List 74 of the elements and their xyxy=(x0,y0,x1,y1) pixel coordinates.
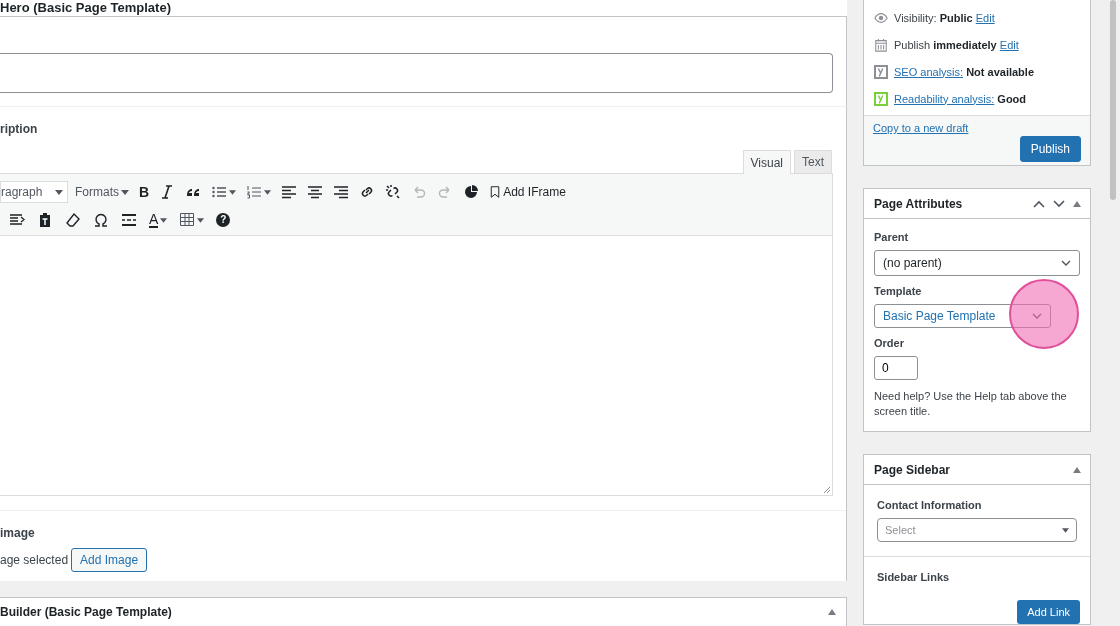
caret-icon xyxy=(1062,527,1069,533)
caret-icon xyxy=(264,189,272,195)
paragraph-select[interactable]: ragraph xyxy=(0,181,68,203)
section-title: Hero (Basic Page Template) xyxy=(0,0,172,15)
field-label: Template xyxy=(874,285,923,297)
chevron-down-icon xyxy=(1061,260,1071,266)
editor-tab[interactable]: Text xyxy=(794,150,832,173)
bullet-list-icon xyxy=(211,184,228,200)
add-link-button[interactable]: Add Link xyxy=(1017,600,1080,624)
contact-select[interactable]: Select xyxy=(877,518,1077,542)
align-left-icon xyxy=(281,184,298,200)
field-label: Sidebar Links xyxy=(877,571,951,583)
caret-icon xyxy=(121,189,129,195)
image-status: age selected xyxy=(0,553,69,567)
chevron-down-icon xyxy=(1032,313,1042,319)
section-title: Builder (Basic Page Template) xyxy=(0,605,172,621)
edit-link[interactable]: Edit xyxy=(999,38,1019,51)
scrollbar-thumb[interactable] xyxy=(1110,0,1116,200)
text-area-field[interactable] xyxy=(0,53,833,93)
publish-status: Visibility: Public Edit xyxy=(894,11,995,24)
clipboard-icon xyxy=(37,212,53,228)
collapse-triangle-icon xyxy=(1073,200,1081,207)
publish-button[interactable]: Publish xyxy=(1019,136,1081,162)
table-icon xyxy=(179,212,196,228)
caret-icon xyxy=(55,189,63,195)
omega-icon xyxy=(93,212,109,228)
field-label: Contact Information xyxy=(877,499,983,511)
order-field[interactable]: 0 xyxy=(874,356,918,380)
read-more-icon xyxy=(121,212,137,228)
select-value: ragraph xyxy=(1,185,43,199)
unlink-icon xyxy=(385,184,402,200)
align-right-icon xyxy=(333,184,350,200)
field-label: Order xyxy=(874,337,905,349)
toolbar-button[interactable]: B xyxy=(136,180,153,204)
calendar-icon xyxy=(874,37,888,52)
publish-status: Publish immediately Edit xyxy=(894,38,1019,51)
caret-icon xyxy=(197,217,205,223)
collapse-triangle-icon xyxy=(828,609,836,615)
template-select[interactable]: Basic Page Template xyxy=(874,304,1051,328)
select-placeholder: Select xyxy=(885,524,916,536)
copy-draft-link[interactable]: Copy to a new draft xyxy=(873,122,969,134)
analysis-link[interactable]: Readability analysis: xyxy=(894,92,995,105)
help-text: Need help? Use the Help tab above the screen title. xyxy=(874,389,1068,419)
panel-title: Page Sidebar xyxy=(874,462,951,477)
move-up-icon[interactable] xyxy=(1033,199,1045,208)
pie-chart-icon xyxy=(463,184,480,200)
eraser-icon xyxy=(65,212,81,228)
toolbar-button[interactable]: ? xyxy=(213,208,234,232)
parent-select[interactable]: (no parent) xyxy=(874,250,1080,276)
analysis-link[interactable]: SEO analysis: xyxy=(894,65,964,78)
caret-icon xyxy=(229,189,237,195)
move-down-icon[interactable] xyxy=(1053,199,1065,208)
add-image-button[interactable]: Add Image xyxy=(71,548,148,572)
analysis-status: SEO analysis: Not available xyxy=(894,65,1034,78)
caret-icon xyxy=(160,217,168,223)
formats-menu[interactable]: Formats xyxy=(72,180,132,204)
field-label: Parent xyxy=(874,231,910,243)
eye-icon xyxy=(874,10,888,25)
collapse-triangle-icon xyxy=(1073,466,1081,473)
bookmark-icon xyxy=(489,184,502,200)
analysis-status: Readability analysis: Good xyxy=(894,92,1027,105)
edit-link[interactable]: Edit xyxy=(975,11,995,24)
field-label: image xyxy=(0,526,35,540)
indent-icon xyxy=(9,212,25,228)
align-center-icon xyxy=(307,184,324,200)
field-label: ription xyxy=(0,122,38,136)
toolbar-button[interactable]: A xyxy=(146,208,171,232)
select-value: Basic Page Template xyxy=(883,309,996,323)
add-iframe-button[interactable]: Add IFrame xyxy=(486,180,569,204)
panel-title: Page Attributes xyxy=(874,196,963,211)
resize-grip-icon xyxy=(822,485,830,493)
editor-tab[interactable]: Visual xyxy=(742,150,791,174)
select-value: (no parent) xyxy=(883,256,942,270)
numbered-list-icon xyxy=(246,184,263,200)
